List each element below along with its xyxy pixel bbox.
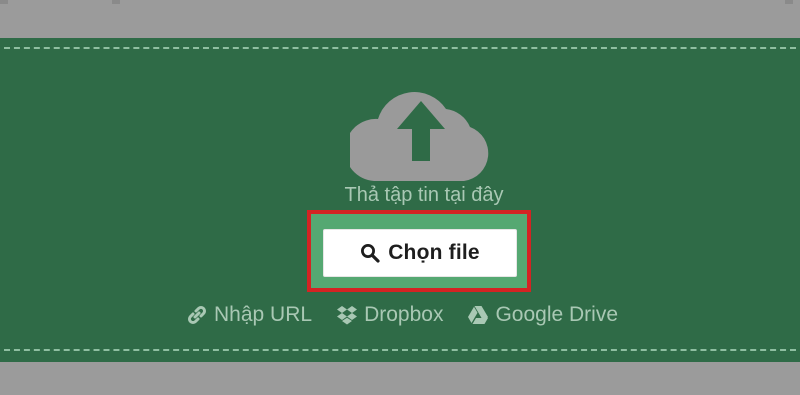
source-url[interactable]: Nhập URL — [186, 303, 312, 327]
source-dropbox-label: Dropbox — [364, 303, 444, 326]
choose-file-highlight: Chọn file — [307, 210, 531, 292]
source-google-drive[interactable]: Google Drive — [467, 303, 618, 327]
drop-instruction-text: Thả tập tin tại đây — [344, 184, 504, 206]
source-url-label: Nhập URL — [214, 303, 313, 326]
dashed-border-bottom — [4, 349, 796, 351]
source-dropbox[interactable]: Dropbox — [336, 303, 443, 327]
top-gray-bar — [0, 0, 800, 38]
top-bar-segment — [0, 0, 8, 4]
upload-sources: Nhập URL Dropbox Google Drive — [186, 300, 618, 330]
search-icon — [361, 244, 380, 263]
choose-file-button[interactable]: Chọn file — [323, 229, 517, 277]
google-drive-icon — [468, 306, 489, 324]
source-google-drive-label: Google Drive — [495, 303, 619, 326]
dashed-border-top — [4, 47, 796, 49]
bottom-gray-bar — [0, 362, 800, 395]
dropbox-icon — [337, 306, 358, 325]
choose-file-label: Chọn file — [388, 241, 480, 264]
top-bar-segment — [112, 0, 120, 4]
top-bar-segment — [785, 0, 793, 4]
link-icon — [187, 305, 207, 325]
cloud-upload-icon — [350, 92, 489, 181]
file-drop-zone[interactable]: Thả tập tin tại đây Chọn file Nhập URL D… — [0, 38, 800, 362]
